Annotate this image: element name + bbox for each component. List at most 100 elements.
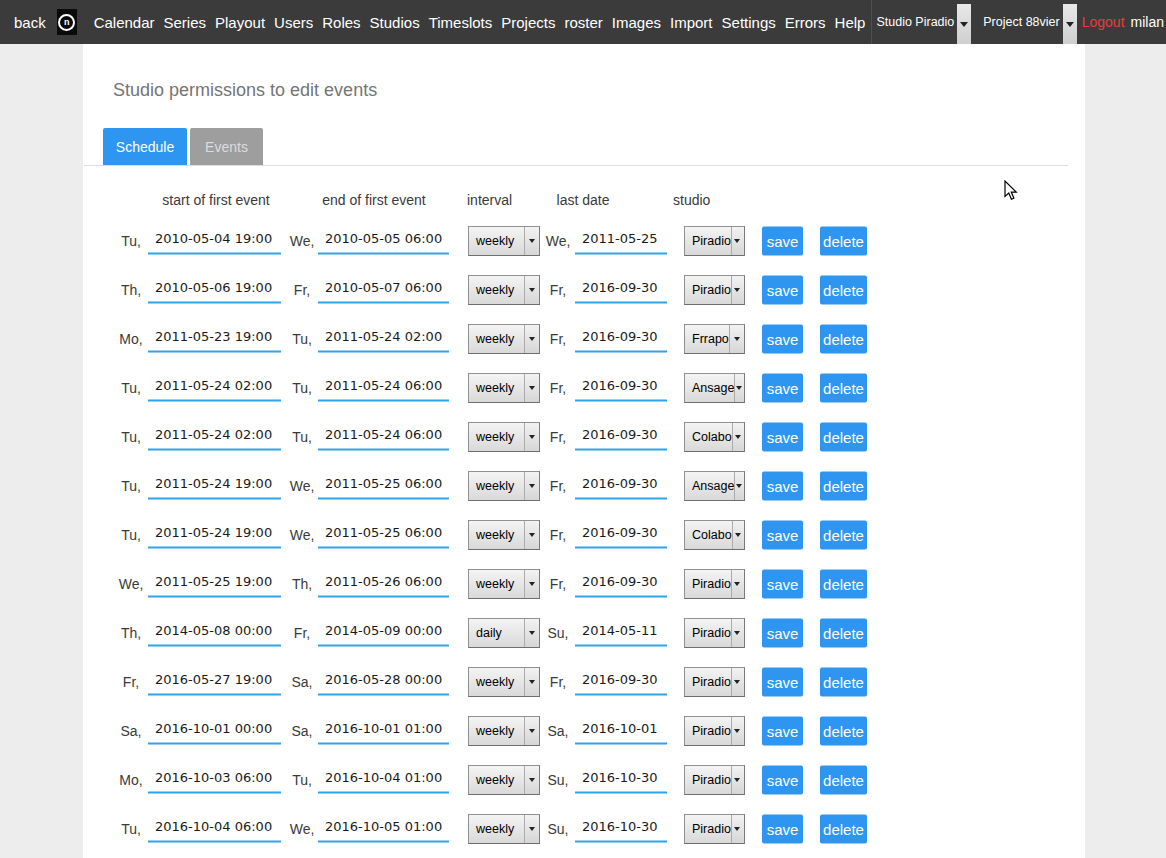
start-datetime-input[interactable] <box>148 717 281 744</box>
end-datetime-input[interactable] <box>318 717 449 744</box>
start-datetime-input[interactable] <box>148 374 281 401</box>
last-date-input[interactable] <box>575 521 667 548</box>
back-link[interactable]: back <box>14 14 46 31</box>
save-button[interactable]: save <box>762 814 803 843</box>
delete-button[interactable]: delete <box>820 618 867 647</box>
delete-button[interactable]: delete <box>820 814 867 843</box>
save-button[interactable]: save <box>762 618 803 647</box>
save-button[interactable]: save <box>762 716 803 745</box>
start-datetime-input[interactable] <box>148 276 281 303</box>
last-date-input[interactable] <box>575 276 667 303</box>
studio-select-row[interactable]: Colabo <box>684 520 745 550</box>
nav-item-roster[interactable]: roster <box>564 14 602 31</box>
start-datetime-input[interactable] <box>148 668 281 695</box>
end-datetime-input[interactable] <box>318 619 449 646</box>
studio-select-row[interactable]: Piradio <box>684 618 745 648</box>
delete-button[interactable]: delete <box>820 422 867 451</box>
delete-button[interactable]: delete <box>820 226 867 255</box>
interval-select[interactable]: weekly <box>468 422 540 452</box>
end-datetime-input[interactable] <box>318 766 449 793</box>
end-datetime-input[interactable] <box>318 521 449 548</box>
last-date-input[interactable] <box>575 325 667 352</box>
start-datetime-input[interactable] <box>148 570 281 597</box>
interval-select[interactable]: weekly <box>468 226 540 256</box>
studio-select-row[interactable]: Piradio <box>684 275 745 305</box>
interval-select[interactable]: weekly <box>468 520 540 550</box>
last-date-input[interactable] <box>575 374 667 401</box>
studio-select-arrow[interactable] <box>957 4 971 44</box>
start-datetime-input[interactable] <box>148 815 281 842</box>
save-button[interactable]: save <box>762 324 803 353</box>
end-datetime-input[interactable] <box>318 325 449 352</box>
start-datetime-input[interactable] <box>148 325 281 352</box>
save-button[interactable]: save <box>762 422 803 451</box>
interval-select[interactable]: weekly <box>468 275 540 305</box>
delete-button[interactable]: delete <box>820 324 867 353</box>
studio-select-row[interactable]: Frrapo <box>684 324 745 354</box>
nav-item-studios[interactable]: Studios <box>370 14 420 31</box>
save-button[interactable]: save <box>762 667 803 696</box>
nav-item-timeslots[interactable]: Timeslots <box>429 14 493 31</box>
studio-select-row[interactable]: Colabo <box>684 422 745 452</box>
interval-select[interactable]: weekly <box>468 569 540 599</box>
studio-select-row[interactable]: Ansage <box>684 373 745 403</box>
save-button[interactable]: save <box>762 373 803 402</box>
nav-item-errors[interactable]: Errors <box>785 14 826 31</box>
nav-item-calendar[interactable]: Calendar <box>94 14 155 31</box>
app-logo-icon[interactable]: n <box>57 9 77 35</box>
interval-select[interactable]: weekly <box>468 814 540 844</box>
end-datetime-input[interactable] <box>318 227 449 254</box>
end-datetime-input[interactable] <box>318 276 449 303</box>
delete-button[interactable]: delete <box>820 520 867 549</box>
studio-select[interactable]: Studio Piradio <box>871 0 971 44</box>
last-date-input[interactable] <box>575 619 667 646</box>
interval-select[interactable]: weekly <box>468 471 540 501</box>
end-datetime-input[interactable] <box>318 570 449 597</box>
delete-button[interactable]: delete <box>820 667 867 696</box>
save-button[interactable]: save <box>762 765 803 794</box>
end-datetime-input[interactable] <box>318 423 449 450</box>
interval-select[interactable]: weekly <box>468 324 540 354</box>
studio-select-row[interactable]: Piradio <box>684 667 745 697</box>
studio-select-row[interactable]: Piradio <box>684 716 745 746</box>
nav-item-series[interactable]: Series <box>164 14 207 31</box>
end-datetime-input[interactable] <box>318 668 449 695</box>
last-date-input[interactable] <box>575 668 667 695</box>
nav-item-playout[interactable]: Playout <box>215 14 265 31</box>
delete-button[interactable]: delete <box>820 765 867 794</box>
nav-item-settings[interactable]: Settings <box>722 14 776 31</box>
tab-events[interactable]: Events <box>190 128 263 165</box>
end-datetime-input[interactable] <box>318 815 449 842</box>
last-date-input[interactable] <box>575 227 667 254</box>
save-button[interactable]: save <box>762 471 803 500</box>
interval-select[interactable]: weekly <box>468 373 540 403</box>
nav-item-projects[interactable]: Projects <box>501 14 555 31</box>
logout-link[interactable]: Logout <box>1082 14 1125 30</box>
last-date-input[interactable] <box>575 472 667 499</box>
delete-button[interactable]: delete <box>820 373 867 402</box>
last-date-input[interactable] <box>575 766 667 793</box>
save-button[interactable]: save <box>762 226 803 255</box>
last-date-input[interactable] <box>575 815 667 842</box>
last-date-input[interactable] <box>575 423 667 450</box>
delete-button[interactable]: delete <box>820 275 867 304</box>
project-select[interactable]: Project 88vier <box>979 0 1076 44</box>
studio-select-row[interactable]: Piradio <box>684 814 745 844</box>
start-datetime-input[interactable] <box>148 423 281 450</box>
last-date-input[interactable] <box>575 570 667 597</box>
interval-select[interactable]: daily <box>468 618 540 648</box>
end-datetime-input[interactable] <box>318 472 449 499</box>
nav-item-users[interactable]: Users <box>274 14 313 31</box>
start-datetime-input[interactable] <box>148 619 281 646</box>
delete-button[interactable]: delete <box>820 716 867 745</box>
studio-select-row[interactable]: Piradio <box>684 226 745 256</box>
interval-select[interactable]: weekly <box>468 667 540 697</box>
nav-item-images[interactable]: Images <box>612 14 661 31</box>
save-button[interactable]: save <box>762 520 803 549</box>
studio-select-row[interactable]: Piradio <box>684 765 745 795</box>
nav-item-roles[interactable]: Roles <box>322 14 360 31</box>
project-select-arrow[interactable] <box>1063 4 1077 44</box>
interval-select[interactable]: weekly <box>468 716 540 746</box>
end-datetime-input[interactable] <box>318 374 449 401</box>
delete-button[interactable]: delete <box>820 471 867 500</box>
